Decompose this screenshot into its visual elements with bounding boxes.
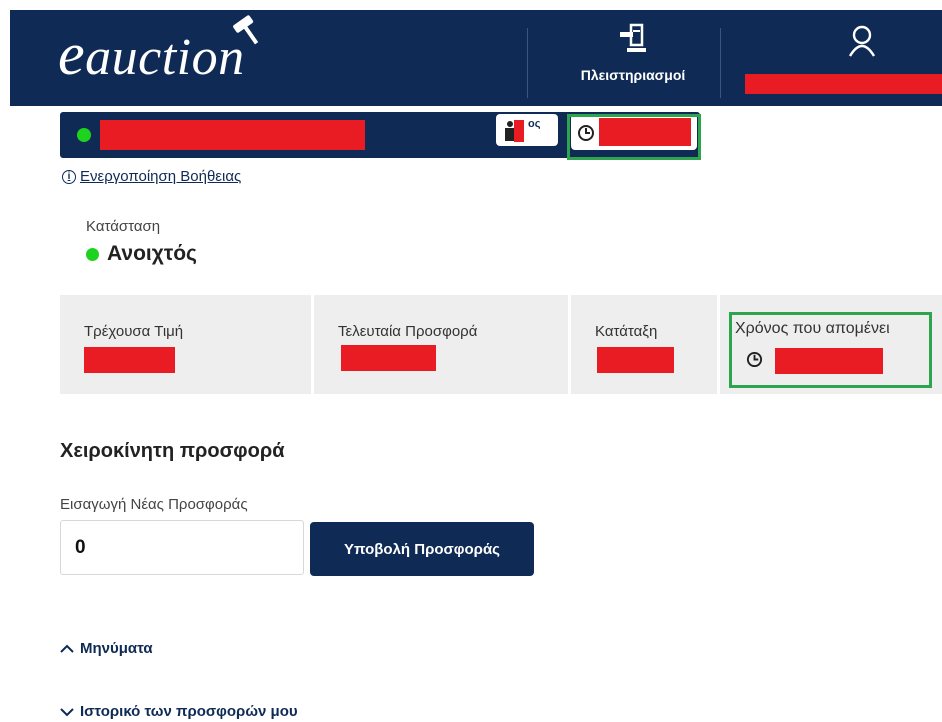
highlight-box-timer bbox=[567, 114, 701, 160]
bid-history-section-toggle[interactable]: Ιστορικό των προσφορών μου bbox=[60, 703, 298, 720]
eauction-logo[interactable]: eauction bbox=[58, 24, 245, 84]
redacted-rank bbox=[514, 120, 524, 142]
info-icon: i bbox=[62, 169, 76, 184]
chevron-up-icon bbox=[60, 644, 74, 653]
logo-e: e bbox=[58, 21, 86, 87]
status-dot bbox=[77, 128, 91, 142]
hammer-icon bbox=[620, 23, 646, 52]
redacted-ranking bbox=[597, 347, 674, 373]
nav-separator bbox=[720, 28, 721, 98]
ranking-label: Κατάταξη bbox=[595, 323, 658, 340]
ranking-cell: Κατάταξη bbox=[571, 295, 717, 394]
messages-section-toggle[interactable]: Μηνύματα bbox=[60, 640, 153, 657]
status-dot bbox=[86, 247, 99, 261]
redacted-last-offer bbox=[341, 345, 436, 371]
highlight-box-time-left bbox=[729, 312, 932, 388]
status-value: Ανοιχτός bbox=[86, 242, 197, 266]
status-text: Ανοιχτός bbox=[107, 242, 197, 265]
bid-amount-input[interactable] bbox=[60, 520, 304, 575]
current-price-cell: Τρέχουσα Τιμή bbox=[60, 295, 311, 394]
last-offer-label: Τελευταία Προσφορά bbox=[338, 323, 478, 340]
redacted-current-price bbox=[84, 347, 175, 373]
redacted-auction-title bbox=[100, 120, 365, 150]
nav-separator bbox=[527, 28, 528, 98]
status-label: Κατάσταση bbox=[86, 218, 161, 235]
bid-history-label: Ιστορικό των προσφορών μου bbox=[80, 703, 298, 720]
redacted-username bbox=[745, 74, 942, 94]
nav-auctions-button[interactable]: Πλειστηριασμοί bbox=[558, 22, 708, 83]
top-navbar: eauction Πλειστηριασμοί bbox=[10, 10, 942, 106]
new-bid-label: Εισαγωγή Νέας Προσφοράς bbox=[60, 496, 248, 513]
chevron-down-icon bbox=[60, 707, 74, 716]
nav-auctions-label: Πλειστηριασμοί bbox=[580, 67, 686, 83]
last-offer-cell: Τελευταία Προσφορά bbox=[314, 295, 568, 394]
current-price-label: Τρέχουσα Τιμή bbox=[84, 323, 184, 340]
submit-bid-button[interactable]: Υποβολή Προσφοράς bbox=[310, 522, 534, 576]
manual-bid-title: Χειροκίνητη προσφορά bbox=[60, 440, 285, 462]
help-toggle-link[interactable]: i Ενεργοποίηση Βοήθειας bbox=[62, 168, 241, 185]
rank-chip: ος bbox=[496, 114, 558, 146]
gavel-icon bbox=[233, 15, 259, 45]
messages-label: Μηνύματα bbox=[80, 640, 153, 657]
help-link-label: Ενεργοποίηση Βοήθειας bbox=[80, 168, 242, 185]
logo-text: auction bbox=[85, 29, 245, 86]
user-menu-button[interactable] bbox=[845, 24, 879, 63]
user-icon bbox=[848, 25, 876, 57]
rank-suffix: ος bbox=[528, 118, 541, 130]
